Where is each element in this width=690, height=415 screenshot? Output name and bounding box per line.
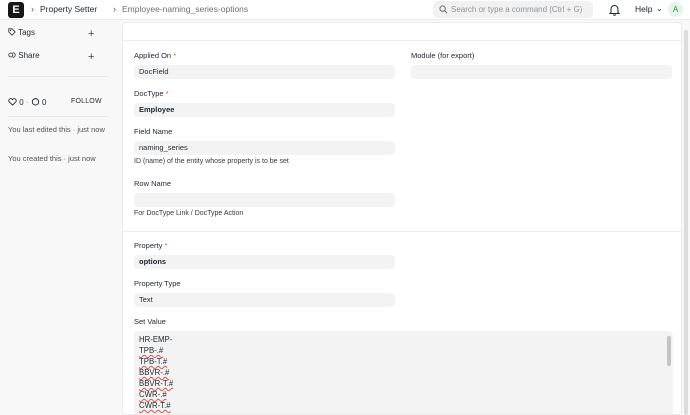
chevron-right-icon: ›: [31, 4, 34, 14]
share-icon: [8, 52, 16, 58]
tags-label: Tags: [18, 28, 35, 37]
page-scrollbar[interactable]: [684, 30, 688, 415]
set-value-label: Set Value: [134, 317, 166, 326]
share-label: Share: [18, 51, 40, 60]
sidebar-tags[interactable]: Tags: [8, 28, 35, 37]
set-value-line: HR-EMP-: [139, 335, 173, 344]
property-type-label: Property Type: [134, 279, 181, 288]
row-name-field[interactable]: [134, 193, 395, 207]
applied-on-field[interactable]: DocField: [134, 65, 395, 79]
module-field[interactable]: [411, 65, 672, 79]
property-type-field[interactable]: Text: [134, 293, 395, 307]
search-input[interactable]: [451, 3, 589, 16]
row-name-label: Row Name: [134, 179, 172, 188]
awesomebar[interactable]: [433, 1, 593, 18]
sidebar-divider: [8, 76, 108, 77]
set-value-line: BBVR-T.#: [139, 379, 174, 388]
field-name-label: Field Name: [134, 127, 173, 136]
section-divider: [123, 231, 681, 232]
comment-icon[interactable]: [31, 98, 40, 106]
chevron-down-icon: ⌄: [656, 4, 663, 13]
tag-icon: [8, 28, 16, 36]
comments-count: 0: [42, 98, 47, 107]
doctype-field[interactable]: Employee: [134, 103, 395, 117]
form-panel: Applied On * DocField Module (for export…: [122, 22, 682, 415]
section-divider: [123, 40, 681, 41]
textarea-scrollbar[interactable]: [667, 336, 671, 366]
last-edited-text: You last edited this · just now: [8, 125, 105, 134]
add-share-button[interactable]: +: [88, 52, 94, 63]
set-value-line: BBVR-.#: [139, 368, 170, 377]
property-field[interactable]: options: [134, 255, 395, 269]
navbar: E › Property Setter › Employee-naming_se…: [0, 0, 690, 20]
row-name-description: For DocType Link / DocType Action: [134, 210, 244, 217]
created-text: You created this · just now: [8, 154, 96, 163]
bell-icon[interactable]: [609, 4, 620, 16]
set-value-line: TPB-T.#: [139, 357, 168, 366]
set-value-line: CWR-T.#: [139, 401, 171, 410]
follow-button[interactable]: FOLLOW: [71, 98, 102, 105]
sidebar-share[interactable]: Share: [8, 51, 40, 60]
set-value-line: TPB-.#: [139, 346, 164, 355]
app-logo[interactable]: E: [8, 2, 24, 18]
sidebar-divider: [8, 116, 108, 117]
likes-count: 0: [19, 98, 24, 107]
breadcrumb-current[interactable]: Employee-naming_series-options: [122, 4, 248, 14]
field-name-field[interactable]: naming_series: [134, 141, 395, 155]
heart-icon[interactable]: [8, 98, 17, 106]
set-value-textarea[interactable]: HR-EMP- TPB-.# TPB-T.# BBVR-.# BBVR-T.# …: [134, 331, 673, 414]
doctype-label: DocType *: [134, 89, 169, 98]
chevron-right-icon: ›: [113, 4, 116, 14]
set-value-line: CWR-.#: [139, 390, 167, 399]
likes-comments: 0 · 0: [8, 98, 47, 107]
add-tag-button[interactable]: +: [88, 29, 94, 40]
avatar[interactable]: A: [668, 2, 683, 17]
applied-on-label: Applied On *: [134, 51, 177, 60]
search-icon: [439, 5, 448, 14]
property-label: Property *: [134, 241, 168, 250]
module-label: Module (for export): [411, 51, 475, 60]
field-name-description: ID (name) of the entity whose property i…: [134, 158, 289, 165]
breadcrumb-property-setter[interactable]: Property Setter: [40, 4, 97, 14]
help-dropdown[interactable]: Help: [635, 4, 652, 14]
